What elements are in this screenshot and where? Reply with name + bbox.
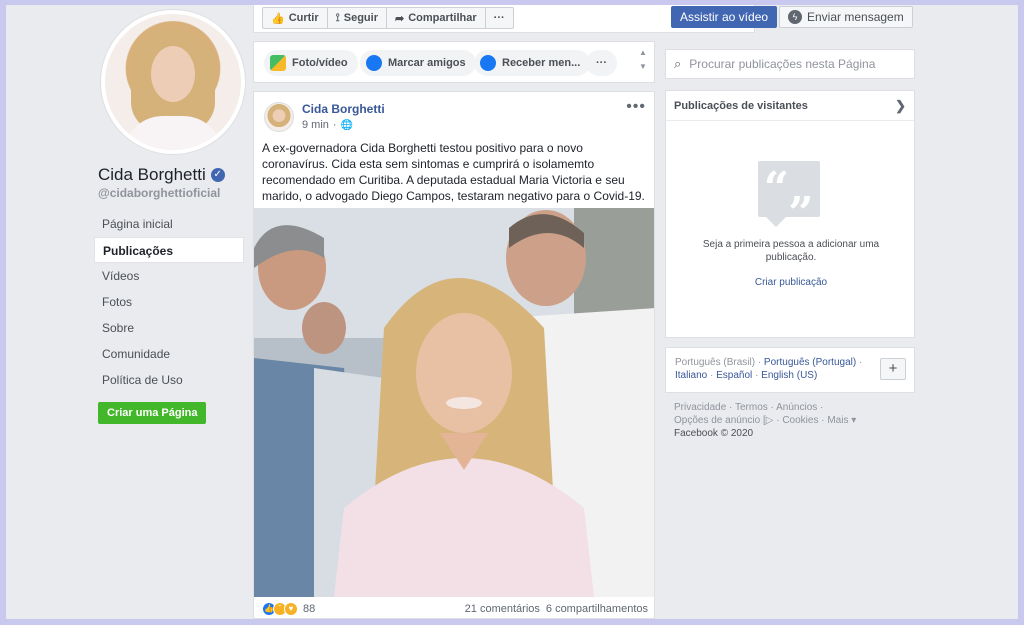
chevron-right-icon: ❯ [895,97,906,113]
copyright: Facebook © 2020 [674,428,754,439]
nav-item-community[interactable]: Comunidade [94,341,244,367]
post-author-name[interactable]: Cida Borghetti [302,102,385,116]
cookies-link[interactable]: Cookies [782,415,818,426]
post-photo-illustration [254,208,654,597]
page-name-text: Cida Borghetti [98,165,206,184]
terms-link[interactable]: Termos [735,402,768,413]
globe-icon: 🌐 [340,119,354,131]
nav-item-about[interactable]: Sobre [94,315,244,341]
care-reaction-icon: ♥ [284,602,298,616]
page-name[interactable]: Cida Borghetti ✓ [98,165,225,185]
post-photo[interactable] [254,208,654,597]
search-posts-input[interactable]: ⌕ Procurar publicações nesta Página [665,49,915,79]
facebook-page-frame: Cida Borghetti ✓ @cidaborghettioficial P… [6,5,1018,619]
follow-button[interactable]: ⟟ Seguir [328,8,387,28]
receive-messages-button[interactable]: Receber men... [474,50,591,76]
page-action-buttons: 👍 Curtir ⟟ Seguir ➦ Compartilhar ··· [262,7,514,29]
visitor-posts-empty-message: Seja a primeira pessoa a adicionar uma p… [702,239,880,263]
messenger-icon [480,55,496,71]
post-timestamp[interactable]: 9 min · 🌐 [302,119,353,131]
current-language: Português (Brasil) [675,357,756,368]
watch-video-button[interactable]: Assistir ao vídeo [671,6,778,28]
share-arrow-icon: ➦ [394,12,405,25]
page-handle: @cidaborghettioficial [98,186,221,200]
nav-item-posts[interactable]: Publicações [94,237,244,263]
ads-link[interactable]: Anúncios [776,402,817,413]
photo-video-button[interactable]: Foto/vídeo [264,50,358,76]
reaction-count: 88 [303,603,316,615]
post-text: A ex-governadora Cida Borghetti testou p… [262,141,645,203]
more-link[interactable]: Mais [827,415,848,426]
nav-item-photos[interactable]: Fotos [94,289,244,315]
more-actions-button[interactable]: ··· [486,8,513,28]
composer-more-button[interactable]: ··· [586,50,617,76]
reactions-summary[interactable]: 👍 ˘ ♥ 88 [262,602,315,616]
create-page-button[interactable]: Criar uma Página [98,402,207,424]
profile-picture[interactable] [100,9,246,155]
post-author-avatar[interactable] [264,102,294,132]
share-button[interactable]: ➦ Compartilhar [387,8,486,28]
privacy-link[interactable]: Privacidade [674,402,726,413]
ad-choices-icon: [▷ [762,415,774,426]
tag-friends-icon [366,55,382,71]
photo-icon [270,55,286,71]
comments-count-link[interactable]: 21 comentários [465,603,540,615]
create-post-link[interactable]: Criar publicação [666,277,916,288]
more-languages-button[interactable]: + [880,358,906,380]
search-icon: ⌕ [674,56,682,71]
language-selector: Português (Brasil) · Português (Portugal… [665,347,915,393]
visitor-posts-header[interactable]: Publicações de visitantes ❯ [666,91,914,121]
send-message-button[interactable]: ϟ Enviar mensagem [779,6,913,28]
like-button[interactable]: 👍 Curtir [263,8,328,28]
messenger-icon: ϟ [788,10,802,24]
profile-photo [105,14,241,150]
composer-scroll-arrows[interactable]: ▲ ▼ [638,46,648,74]
post-footer: 👍 ˘ ♥ 88 21 comentários 6 compartilhamen… [254,599,654,618]
thumbs-up-icon: 👍 [271,12,285,25]
rss-icon: ⟟ [335,11,340,24]
nav-item-home[interactable]: Página inicial [94,211,244,237]
ad-choices-link[interactable]: Opções de anúncio [674,415,760,426]
language-link-en-us[interactable]: English (US) [761,370,817,381]
verified-badge-icon: ✓ [210,168,225,182]
composer-bar: Foto/vídeo Marcar amigos Receber men... … [253,41,655,83]
visitor-posts-panel: Publicações de visitantes ❯ “„ Seja a pr… [665,90,915,338]
nav-item-videos[interactable]: Vídeos [94,263,244,289]
language-link-pt-pt[interactable]: Português (Portugal) [764,357,856,368]
post-card: Cida Borghetti 9 min · 🌐 ••• A ex-govern… [253,91,655,619]
language-link-es[interactable]: Español [716,370,752,381]
legal-footer: Privacidade · Termos · Anúncios · Opções… [674,401,914,440]
post-options-icon[interactable]: ••• [626,98,646,116]
quote-icon: “„ [758,161,820,227]
tag-friends-button[interactable]: Marcar amigos [360,50,476,76]
nav-item-policy[interactable]: Política de Uso [94,367,244,393]
shares-count-link[interactable]: 6 compartilhamentos [546,603,648,615]
page-nav: Página inicial Publicações Vídeos Fotos … [94,211,244,393]
language-link-it[interactable]: Italiano [675,370,707,381]
